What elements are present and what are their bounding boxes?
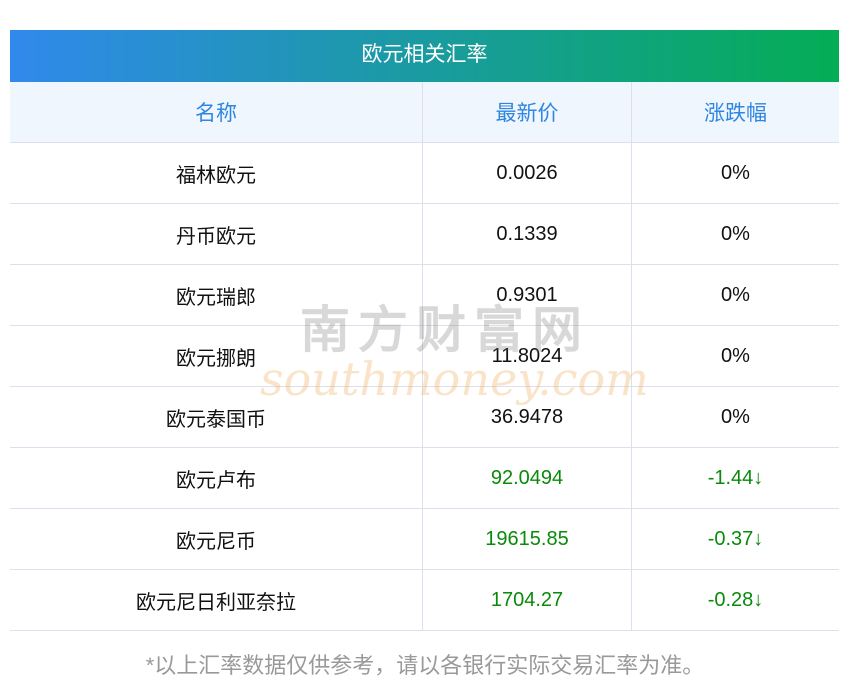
currency-name: 欧元尼币 [10,508,423,570]
price-cell: 11.8024 [422,325,632,387]
change-cell: 0% [631,325,839,387]
price-cell: 1704.27 [422,569,632,631]
table-row: 欧元挪朗 11.8024 0% [10,325,839,387]
disclaimer: *以上汇率数据仅供参考，请以各银行实际交易汇率为准。 [145,653,705,678]
table-row: 丹币欧元 0.1339 0% [10,203,839,265]
rate-table: 名称 最新价 涨跌幅 福林欧元 0.0026 0% 丹币欧元 0.1339 0% 欧元瑞郎 0… [10,82,839,631]
rate-table-panel: 欧元相关汇率 名称 最新价 涨跌幅 福林欧元 0.0026 0% 丹币欧元 0.1339… [10,30,839,631]
change-cell: 0% [631,142,839,204]
price-cell: 19615.85 [422,508,632,570]
currency-name: 欧元卢布 [10,447,423,509]
table-row: 欧元尼币 19615.85 -0.37↓ [10,508,839,570]
currency-name: 欧元瑞郎 [10,264,423,326]
price-cell: 0.9301 [422,264,632,326]
currency-name: 欧元泰国币 [10,386,423,448]
price-cell: 92.0494 [422,447,632,509]
price-cell: 0.0026 [422,142,632,204]
currency-name: 丹币欧元 [10,203,423,265]
change-cell: 0% [631,386,839,448]
price-cell: 36.9478 [422,386,632,448]
table-row: 欧元泰国币 36.9478 0% [10,386,839,448]
header-price: 最新价 [422,82,632,143]
currency-name: 欧元挪朗 [10,325,423,387]
change-cell: -1.44↓ [631,447,839,509]
table-row: 福林欧元 0.0026 0% [10,142,839,204]
table-row: 欧元尼日利亚奈拉 1704.27 -0.28↓ [10,569,839,631]
table-row: 欧元卢布 92.0494 -1.44↓ [10,447,839,509]
change-cell: 0% [631,203,839,265]
change-cell: -0.37↓ [631,508,839,570]
header-name: 名称 [10,82,423,143]
price-cell: 0.1339 [422,203,632,265]
currency-name: 福林欧元 [10,142,423,204]
table-title: 欧元相关汇率 [10,30,839,82]
currency-name: 欧元尼日利亚奈拉 [10,569,423,631]
change-cell: -0.28↓ [631,569,839,631]
table-row: 欧元瑞郎 0.9301 0% [10,264,839,326]
header-change: 涨跌幅 [631,82,839,143]
change-cell: 0% [631,264,839,326]
